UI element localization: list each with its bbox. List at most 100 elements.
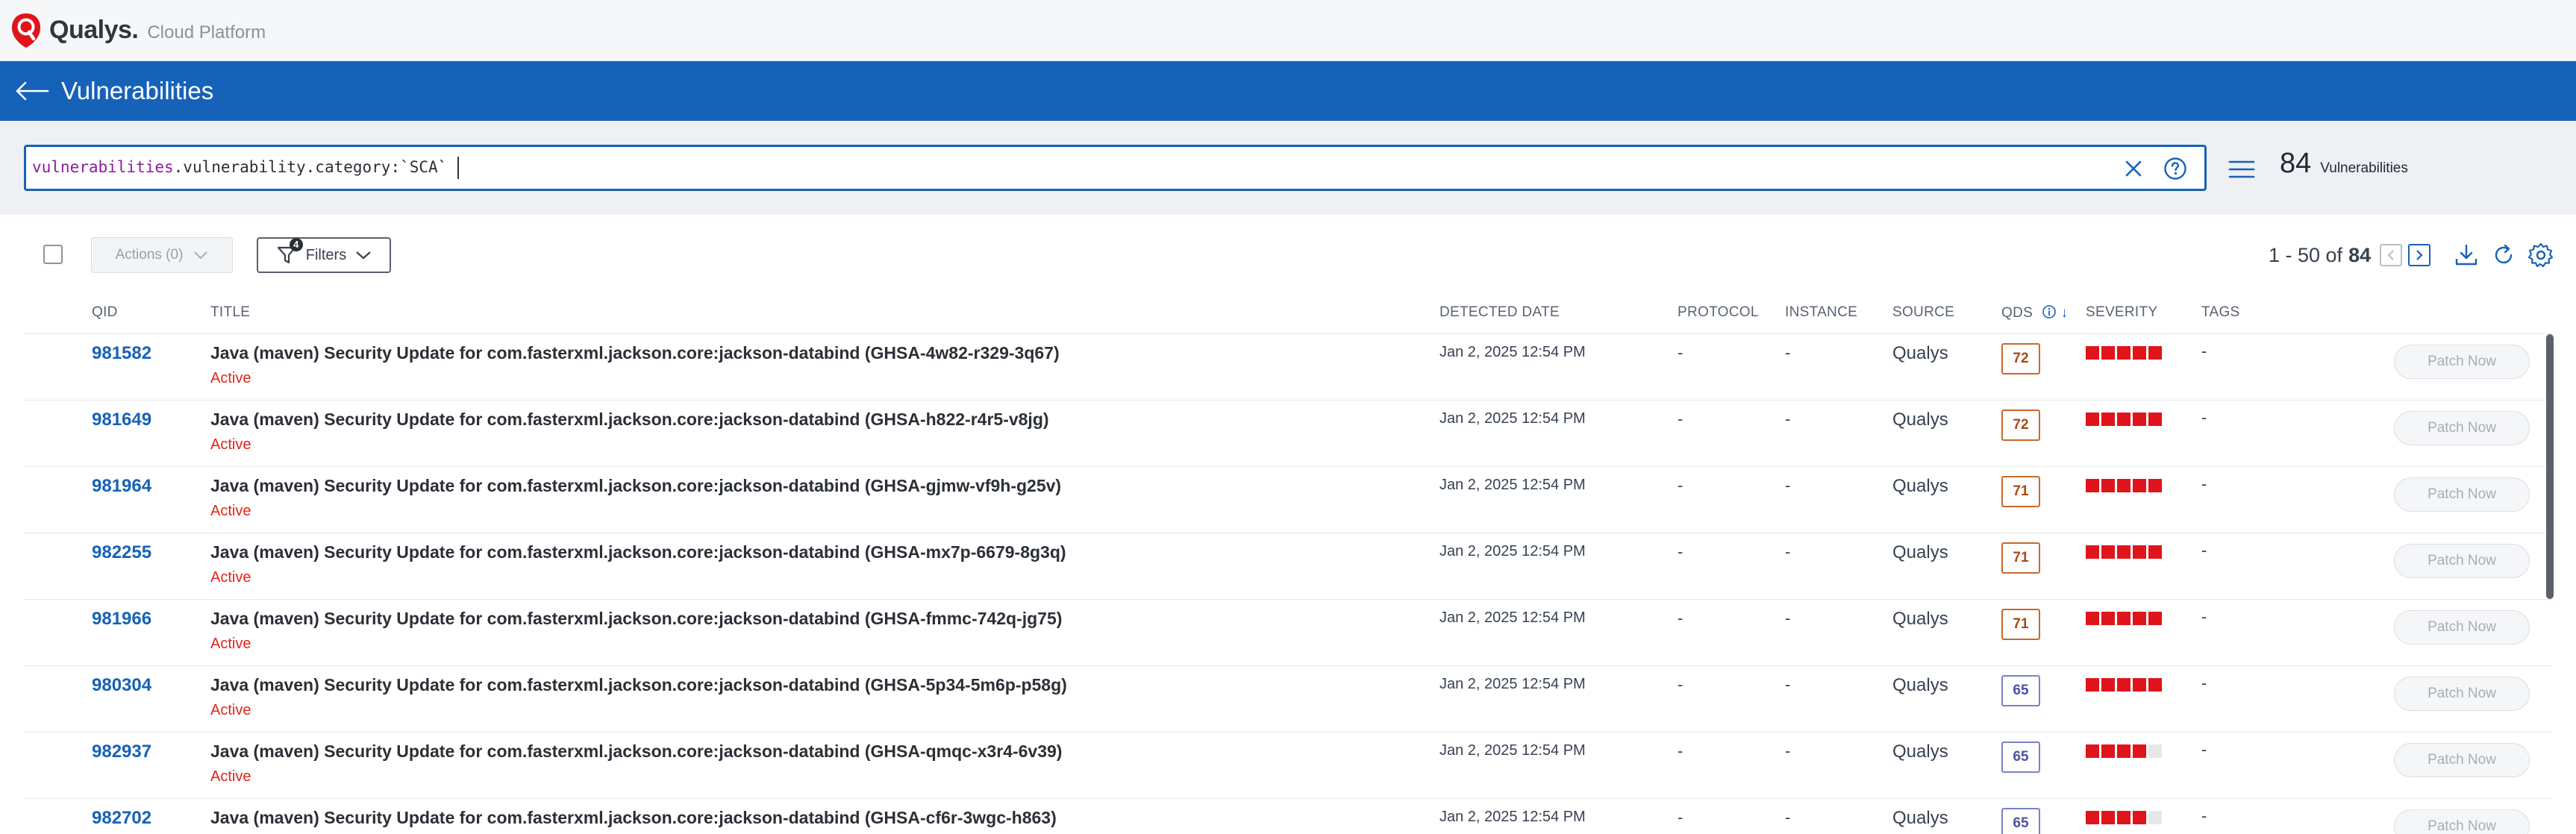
list-menu-button[interactable] [2228,157,2256,182]
status-label: Active [210,702,251,718]
vulnerability-title[interactable]: Java (maven) Security Update for com.fas… [210,741,1062,762]
brand-subtitle: Cloud Platform [147,22,266,43]
patch-now-button[interactable]: Patch Now [2394,411,2530,445]
detected-date: Jan 2, 2025 12:54 PM [1439,344,1586,360]
severity-bar [2148,678,2162,692]
next-page-button[interactable] [2408,244,2431,266]
search-input[interactable]: vulnerabilities.vulnerability.category:`… [24,145,2207,191]
vulnerability-title[interactable]: Java (maven) Security Update for com.fas… [210,675,1067,695]
patch-now-button[interactable]: Patch Now [2394,677,2530,711]
refresh-button[interactable] [2490,242,2517,269]
patch-now-button[interactable]: Patch Now [2394,809,2530,834]
table-row[interactable]: 980304 Java (maven) Security Update for c… [24,666,2552,733]
sort-descending-icon[interactable]: ↓ [2061,305,2069,322]
column-header-qds[interactable]: QDS ↓ [2001,304,2068,322]
severity-bar [2086,744,2099,758]
vulnerability-title[interactable]: Java (maven) Security Update for com.fas… [210,343,1060,363]
download-icon [2455,244,2477,266]
severity-bar [2117,811,2130,824]
column-header-detected-date[interactable]: DETECTED DATE [1439,304,1560,321]
chevron-down-icon [356,251,371,260]
severity-bar [2148,612,2162,625]
clear-search-button[interactable] [2121,156,2146,181]
qds-badge: 65 [2001,741,2040,773]
source-value: Qualys [1892,343,1948,363]
detected-date: Jan 2, 2025 12:54 PM [1439,676,1586,692]
download-button[interactable] [2453,242,2480,269]
patch-now-button[interactable]: Patch Now [2394,544,2530,578]
severity-indicator [2086,545,2164,559]
scrollbar-thumb[interactable] [2546,334,2554,599]
column-header-qid[interactable]: QID [92,304,118,321]
instance-value: - [1785,410,1791,428]
vulnerability-title[interactable]: Java (maven) Security Update for com.fas… [210,410,1049,430]
settings-button[interactable] [2527,242,2554,269]
filters-label: Filters [305,246,347,263]
column-header-severity[interactable]: SEVERITY [2086,304,2157,321]
vulnerability-title[interactable]: Java (maven) Security Update for com.fas… [210,808,1057,828]
vulnerability-title[interactable]: Java (maven) Security Update for com.fas… [210,609,1062,629]
qid-link[interactable]: 982255 [92,542,151,563]
severity-bar [2133,811,2146,824]
vulnerability-title[interactable]: Java (maven) Security Update for com.fas… [210,542,1066,562]
tags-value: - [2201,740,2207,759]
qid-link[interactable]: 982937 [92,741,151,762]
table-row[interactable]: 981649 Java (maven) Security Update for c… [24,401,2552,467]
severity-indicator [2086,678,2164,692]
tags-value: - [2201,541,2207,559]
severity-bar [2086,612,2099,625]
search-help-button[interactable] [2163,156,2188,181]
qid-link[interactable]: 981966 [92,609,151,630]
table-row[interactable]: 982702 Java (maven) Security Update for c… [24,799,2552,834]
info-icon[interactable] [2042,304,2057,319]
patch-now-button[interactable]: Patch Now [2394,743,2530,777]
column-header-title[interactable]: TITLE [210,304,250,321]
severity-bar [2086,413,2099,426]
source-value: Qualys [1892,808,1948,828]
severity-bar [2148,346,2162,360]
hamburger-icon [2228,160,2255,178]
detected-date: Jan 2, 2025 12:54 PM [1439,609,1586,626]
text-caret [457,157,460,179]
severity-bar [2101,744,2115,758]
qid-link[interactable]: 981582 [92,343,151,364]
patch-now-button[interactable]: Patch Now [2394,477,2530,512]
table-row[interactable]: 982937 Java (maven) Security Update for c… [24,733,2552,799]
severity-indicator [2086,346,2164,360]
patch-now-button[interactable]: Patch Now [2394,610,2530,645]
table-row[interactable]: 981582 Java (maven) Security Update for c… [24,334,2552,401]
column-header-tags[interactable]: TAGS [2201,304,2240,321]
table-row[interactable]: 982255 Java (maven) Security Update for c… [24,533,2552,600]
severity-bar [2101,678,2115,692]
severity-bar [2133,545,2146,559]
table-row[interactable]: 981966 Java (maven) Security Update for c… [24,600,2552,666]
qid-link[interactable]: 981649 [92,410,151,430]
instance-value: - [1785,741,1791,760]
table-row[interactable]: 981964 Java (maven) Security Update for c… [24,467,2552,533]
severity-bar [2133,678,2146,692]
column-header-protocol[interactable]: PROTOCOL [1678,304,1759,321]
severity-bar [2133,479,2146,492]
chevron-down-icon [194,251,208,260]
previous-page-button[interactable] [2380,244,2403,266]
select-all-checkbox[interactable] [43,245,63,264]
tags-value: - [2201,674,2207,692]
actions-dropdown[interactable]: Actions (0) [91,237,233,273]
qid-link[interactable]: 981964 [92,476,151,497]
column-header-instance[interactable]: INSTANCE [1785,304,1857,321]
patch-now-button[interactable]: Patch Now [2394,345,2530,379]
search-query[interactable]: vulnerabilities.vulnerability.category:`… [26,157,460,179]
top-bar: Qualys. Cloud Platform [0,0,2576,61]
column-header-source[interactable]: SOURCE [1892,304,1954,321]
severity-indicator [2086,479,2164,492]
qualys-logo-icon[interactable] [9,11,43,50]
tags-value: - [2201,408,2207,427]
qid-link[interactable]: 982702 [92,808,151,829]
vulnerability-title[interactable]: Java (maven) Security Update for com.fas… [210,476,1061,496]
vertical-scrollbar[interactable] [2546,334,2554,834]
filter-icon-wrap: 4 [276,238,303,266]
severity-bar [2148,545,2162,559]
qid-link[interactable]: 980304 [92,675,151,696]
back-button[interactable] [12,71,52,111]
filters-button[interactable]: 4 Filters [257,237,391,273]
